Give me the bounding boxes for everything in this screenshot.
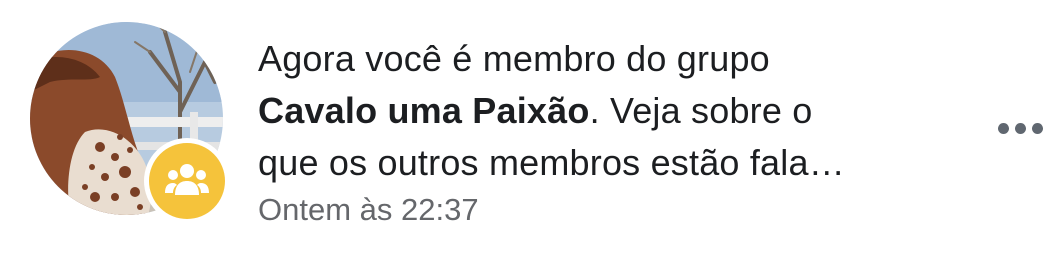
message-line-3: que os outros membros estão fala…	[258, 142, 845, 183]
message-line-1: Agora você é membro do grupo	[258, 38, 770, 79]
more-options-icon-dot	[997, 122, 1009, 134]
notification-item[interactable]: Agora você é membro do grupo Cavalo uma …	[0, 0, 1061, 254]
group-badge-circle	[149, 143, 225, 219]
notification-message: Agora você é membro do grupo Cavalo uma …	[258, 33, 948, 189]
more-options-icon-dot	[1031, 122, 1043, 134]
message-line-2: Cavalo uma Paixão. Veja sobre o	[258, 85, 948, 137]
more-options-icon-dot	[1014, 122, 1026, 134]
group-name-link[interactable]: Cavalo uma Paixão	[258, 90, 590, 131]
message-line-2-rest: . Veja sobre o	[589, 90, 813, 131]
group-icon	[165, 164, 209, 195]
notification-timestamp: Ontem às 22:37	[258, 192, 479, 227]
group-badge	[144, 138, 230, 224]
more-options-button[interactable]	[990, 110, 1050, 146]
